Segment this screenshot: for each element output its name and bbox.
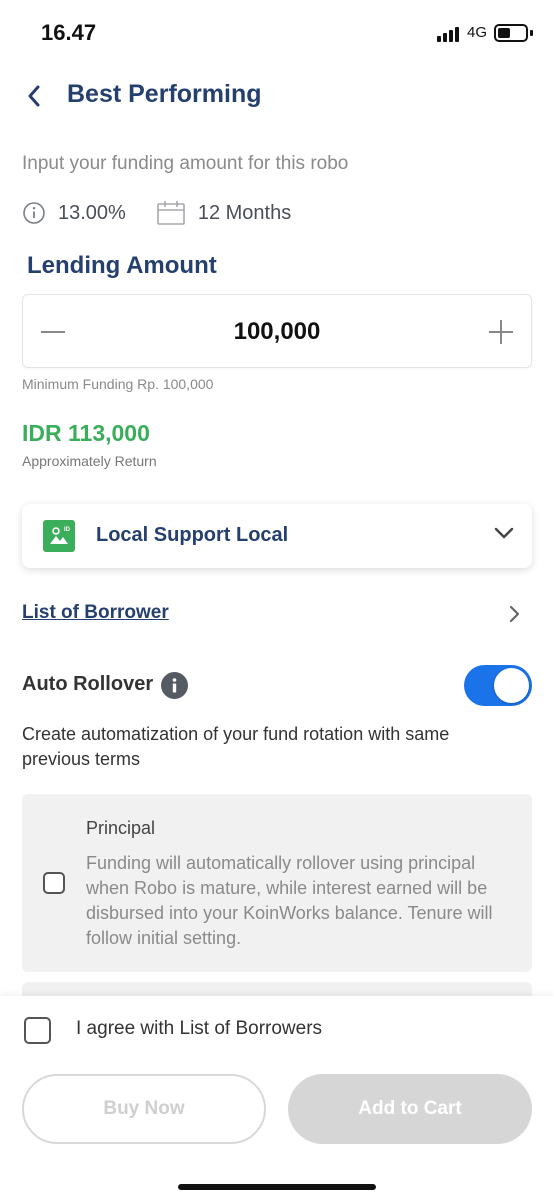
- signal-icon: [437, 26, 463, 42]
- add-to-cart-button[interactable]: Add to Cart: [288, 1074, 532, 1144]
- calendar-icon: [157, 201, 185, 225]
- info-outline-icon: [23, 202, 45, 224]
- battery-tip: [530, 30, 533, 36]
- increase-button[interactable]: [471, 295, 531, 369]
- return-label: Approximately Return: [22, 453, 157, 469]
- agree-label: I agree with List of Borrowers: [76, 1018, 323, 1039]
- toggle-knob: [494, 668, 529, 703]
- home-indicator: [178, 1184, 376, 1190]
- next-option-card: [22, 982, 532, 996]
- header: Best Performing: [0, 72, 554, 120]
- back-button[interactable]: [18, 80, 50, 112]
- return-amount: IDR 113,000: [22, 420, 150, 446]
- principal-option-card[interactable]: Principal Funding will automatically rol…: [22, 794, 532, 972]
- robo-icon-badge: ID: [64, 527, 71, 533]
- meta-row: 13.00% 12 Months: [22, 198, 321, 228]
- plus-icon: [489, 320, 513, 344]
- interest-rate: 13.00%: [58, 201, 126, 224]
- lending-amount-input[interactable]: [83, 295, 471, 369]
- auto-rollover-toggle[interactable]: [464, 665, 532, 706]
- principal-title: Principal: [86, 818, 156, 838]
- decrease-button[interactable]: [23, 295, 83, 369]
- tenure-item: 12 Months: [156, 200, 291, 226]
- lending-amount-stepper: [22, 294, 532, 369]
- robo-select-label: Local Support Local: [96, 524, 289, 546]
- page-title: Best Performing: [67, 80, 262, 108]
- principal-checkbox[interactable]: [43, 872, 65, 894]
- status-bar: 16.47 4G: [0, 0, 554, 66]
- lending-amount-title: Lending Amount: [27, 252, 217, 279]
- tenure: 12 Months: [197, 201, 292, 224]
- minus-icon: [41, 331, 65, 333]
- chevron-down-icon: [494, 527, 514, 539]
- buy-now-button[interactable]: Buy Now: [22, 1074, 266, 1144]
- principal-description: Funding will automatically rollover usin…: [86, 853, 493, 948]
- agree-checkbox[interactable]: [24, 1017, 51, 1044]
- robo-select-dropdown[interactable]: ID Local Support Local: [22, 504, 532, 568]
- list-of-borrower-link[interactable]: List of Borrower: [22, 602, 169, 624]
- rate-item: 13.00%: [22, 201, 126, 225]
- auto-rollover-description: Create automatization of your fund rotat…: [22, 724, 450, 769]
- network-label: 4G: [467, 24, 488, 41]
- back-chevron-icon: [28, 85, 40, 107]
- chevron-right-icon[interactable]: [508, 604, 522, 624]
- auto-rollover-label: Auto Rollover: [22, 673, 154, 695]
- info-icon[interactable]: [161, 672, 188, 699]
- battery-icon: [494, 24, 528, 42]
- map-pin-icon: ID: [43, 520, 75, 552]
- status-time: 16.47: [41, 20, 97, 45]
- minimum-funding-note: Minimum Funding Rp. 100,000: [22, 376, 214, 392]
- subtitle: Input your funding amount for this robo: [22, 153, 349, 174]
